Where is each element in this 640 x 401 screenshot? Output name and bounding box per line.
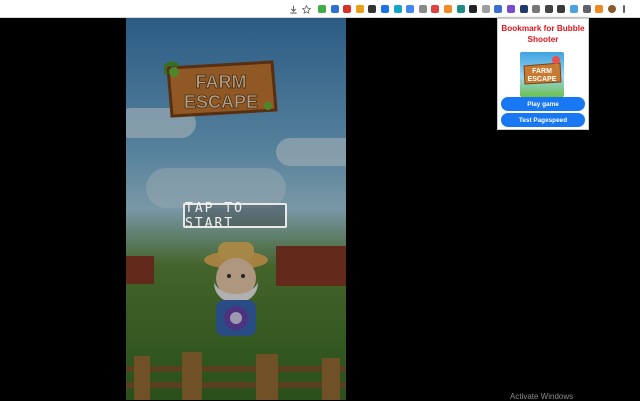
game-thumbnail: FARM ESCAPE: [520, 52, 564, 97]
star-icon[interactable]: [301, 4, 311, 14]
ext-orange-box-icon[interactable]: [444, 5, 452, 13]
ext-navy-square-icon[interactable]: [519, 5, 528, 13]
ext-red-mail-icon[interactable]: [343, 5, 352, 13]
extension-popup: Bookmark for Bubble Shooter FARM ESCAPE …: [497, 18, 589, 130]
ext-green-arrow-icon[interactable]: [318, 5, 326, 13]
puzzle-extensions-icon[interactable]: [582, 5, 591, 13]
ext-orange-dot-icon[interactable]: [595, 5, 604, 13]
play-game-button[interactable]: Play game: [501, 97, 585, 111]
ext-teal-square-icon[interactable]: [456, 5, 465, 13]
ext-gray-doc-icon[interactable]: [418, 5, 427, 13]
ext-purple-square-icon[interactable]: [507, 5, 515, 13]
tap-to-start-button[interactable]: TAP TO START: [183, 201, 287, 231]
ext-red-flag-icon[interactable]: [431, 5, 440, 13]
browser-toolbar: [0, 0, 640, 18]
download-icon[interactable]: [288, 4, 298, 14]
fence: [126, 352, 346, 400]
ext-orange-circle-icon[interactable]: [355, 5, 364, 13]
ext-cyan-square-icon[interactable]: [393, 5, 402, 13]
farmer-character: [204, 242, 268, 336]
ext-gray-card-icon[interactable]: [481, 5, 490, 13]
cloud: [276, 138, 346, 166]
ext-bubble-shooter-icon[interactable]: [570, 5, 578, 13]
profile-avatar-icon[interactable]: [607, 5, 616, 13]
ext-dark-leaf-icon[interactable]: [368, 5, 377, 13]
kebab-menu-icon[interactable]: [623, 5, 626, 13]
thumb-line1: FARM: [532, 68, 552, 75]
logo-line1: FARM: [196, 72, 247, 92]
ext-blue-box-icon[interactable]: [330, 5, 339, 13]
barn-left: [126, 256, 154, 284]
ext-dark-text-icon[interactable]: [544, 5, 553, 13]
thumb-line2: ESCAPE: [528, 76, 557, 83]
ext-black-square-icon[interactable]: [469, 5, 478, 13]
test-pagespeed-button[interactable]: Test Pagespeed: [501, 113, 585, 127]
logo-line2: ESCAPE: [184, 92, 258, 112]
ext-gray-tag-icon[interactable]: [532, 5, 541, 13]
farm-escape-logo: FARM ESCAPE: [164, 60, 278, 118]
ext-blue-search-icon[interactable]: [381, 5, 389, 13]
ext-dark-square-icon[interactable]: [557, 5, 566, 13]
ext-blue-puzzle-icon[interactable]: [406, 5, 415, 13]
ext-blue-tag-icon[interactable]: [494, 5, 503, 13]
barn-right: [276, 246, 346, 286]
popup-title: Bookmark for Bubble Shooter: [501, 24, 585, 44]
game-canvas[interactable]: FARM ESCAPE TAP TO START: [126, 18, 346, 400]
address-bar-end[interactable]: [0, 0, 312, 18]
